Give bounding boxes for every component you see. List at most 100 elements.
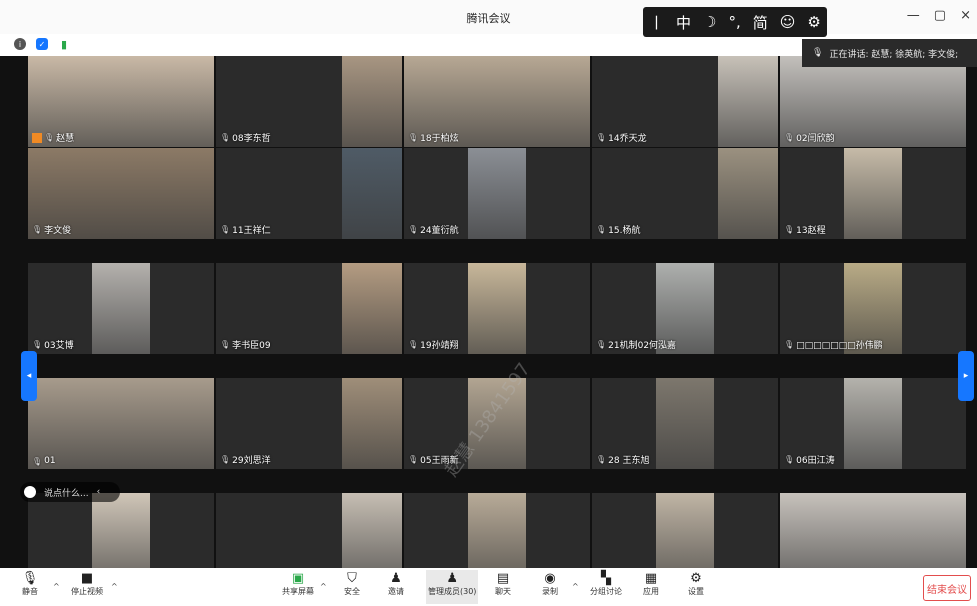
participant-tile[interactable]: 🎙 11王祥仁	[216, 148, 402, 239]
chat-button[interactable]: ▤ 聊天	[495, 570, 511, 597]
record-button[interactable]: ◉ 录制	[542, 570, 558, 597]
participant-name-text: 21机制02何泓嘉	[608, 341, 677, 351]
ime-punctuation[interactable]: °,	[728, 13, 740, 31]
participant-tile[interactable]: 🎙 29刘思洋	[216, 378, 402, 469]
participant-tile[interactable]: 🎙 28 王东旭	[592, 378, 778, 469]
participant-tile[interactable]: 🎙 13赵程	[780, 148, 966, 239]
record-icon: ◉	[544, 570, 556, 586]
stop-video-label: 停止视频	[71, 587, 103, 596]
minimize-button[interactable]: —	[907, 8, 920, 23]
participant-tile[interactable]: 🎙 01	[28, 378, 214, 469]
mute-button[interactable]: 🎙 静音	[21, 570, 39, 597]
next-page-button[interactable]: ▸	[958, 351, 974, 401]
chat-icon	[24, 486, 36, 498]
record-options-caret[interactable]: ^	[572, 582, 579, 591]
participant-video	[468, 493, 526, 568]
participant-tile[interactable]: 🎙 08李东哲	[216, 56, 402, 147]
end-meeting-button[interactable]: 结束会议	[923, 575, 971, 601]
participant-tile[interactable]: 🎙 02闫欣韵	[780, 56, 966, 147]
video-options-caret[interactable]: ^	[111, 582, 118, 591]
chat-quick-input[interactable]: 说点什么... ‹	[20, 482, 120, 502]
mic-icon: 🎙	[408, 133, 419, 142]
ime-settings-icon[interactable]: ⚙	[807, 13, 820, 31]
participant-video	[92, 493, 150, 568]
breakout-icon: ▚	[601, 570, 611, 586]
ime-toolbar[interactable]: 丨 中 ☽ °, 简 ☺ ⚙	[643, 7, 827, 37]
camera-icon: ■	[80, 570, 94, 586]
participant-tile[interactable]: 🎙 24董衍航	[404, 148, 590, 239]
mic-icon: 🎙	[408, 455, 419, 464]
security-button[interactable]: ⛉ 安全	[344, 570, 360, 597]
signal-icon[interactable]: ▮	[58, 38, 70, 51]
chat-icon: ▤	[496, 570, 510, 586]
stop-video-button[interactable]: ■ 停止视频	[71, 570, 103, 597]
participant-tile[interactable]: 🎙 15.杨航	[592, 148, 778, 239]
participant-tile[interactable]: 🎙 03艾博	[28, 263, 214, 354]
manage-members-button[interactable]: ♟ 管理成员(30)	[426, 570, 479, 604]
participant-tile[interactable]: 🎙 06田江涛	[780, 378, 966, 469]
share-screen-button[interactable]: ▣ 共享屏幕	[282, 570, 314, 597]
mic-icon: 🎙	[220, 455, 231, 464]
mic-icon: 🎙	[220, 133, 231, 142]
mic-icon: 🎙	[596, 340, 607, 349]
members-label: 管理成员(30)	[428, 587, 477, 596]
participant-name-text: 28 王东旭	[608, 456, 650, 466]
participant-tile[interactable]	[216, 493, 402, 568]
participant-tile[interactable]: 🎙 □□□□□□□孙伟鹏	[780, 263, 966, 354]
mic-icon: 🎙	[32, 340, 43, 349]
ime-moon-icon[interactable]: ☽	[703, 13, 716, 31]
audio-options-caret[interactable]: ^	[53, 582, 60, 591]
participant-name-text: 14乔天龙	[608, 134, 647, 144]
mic-icon: 🎙	[596, 455, 607, 464]
restore-button[interactable]: ▢	[934, 8, 946, 23]
participant-name: 🎙 李文俊	[32, 223, 71, 236]
mic-icon: 🎙	[784, 340, 795, 349]
prev-page-button[interactable]: ◂	[21, 351, 37, 401]
participant-tile[interactable]: 🎙 李文俊	[28, 148, 214, 239]
mic-icon: 🎙	[21, 570, 39, 586]
participant-tile[interactable]: 🎙 14乔天龙	[592, 56, 778, 147]
breakout-button[interactable]: ▚ 分组讨论	[590, 570, 622, 597]
participant-name: 🎙 □□□□□□□孙伟鹏	[784, 338, 883, 351]
window-controls: — ▢ ×	[907, 8, 971, 23]
ime-chinese-mode[interactable]: 中	[676, 12, 691, 33]
participant-name: 🎙 24董衍航	[408, 223, 459, 236]
participant-tile[interactable]: 🎙 21机制02何泓嘉	[592, 263, 778, 354]
participant-tile[interactable]	[28, 493, 214, 568]
participant-video	[342, 263, 402, 354]
participant-name-text: 15.杨航	[608, 226, 641, 236]
apps-button[interactable]: ▦ 应用	[643, 570, 659, 597]
participant-video	[844, 378, 902, 469]
participant-name-text: 29刘思洋	[232, 456, 271, 466]
participant-name: 🎙 28 王东旭	[596, 453, 649, 466]
ime-simplified[interactable]: 简	[753, 12, 768, 33]
participant-tile[interactable]	[780, 493, 966, 568]
settings-button[interactable]: ⚙ 设置	[688, 570, 704, 597]
mic-icon: 🎙	[220, 340, 231, 349]
participant-tile[interactable]: 🎙 李书臣09	[216, 263, 402, 354]
participant-video	[468, 263, 526, 354]
participant-tile[interactable]: 🎙 赵慧	[28, 56, 214, 147]
participant-tile[interactable]	[592, 493, 778, 568]
invite-button[interactable]: ♟ 邀请	[388, 570, 404, 597]
participant-tile[interactable]: 🎙 19孙靖翔	[404, 263, 590, 354]
chat-placeholder: 说点什么...	[44, 488, 89, 499]
participant-name-text: 24董衍航	[420, 226, 459, 236]
info-icon[interactable]: i	[14, 38, 26, 50]
participant-name: 🎙 02闫欣韵	[784, 131, 835, 144]
participant-name-text: 02闫欣韵	[796, 134, 835, 144]
participant-name: 🎙 李书臣09	[220, 338, 271, 351]
participant-tile[interactable]: 🎙 18于柏炫	[404, 56, 590, 147]
ime-emoji-icon[interactable]: ☺	[780, 13, 796, 31]
participant-video	[92, 263, 150, 354]
bottom-toolbar: 🎙 静音 ^ ■ 停止视频 ^ ▣ 共享屏幕 ^ ⛉ 安全 ♟ 邀请 ♟ 管理成…	[0, 568, 977, 606]
participant-name-text: 06田江涛	[796, 456, 835, 466]
mic-icon: 🎙	[596, 225, 607, 234]
participant-name-text: 13赵程	[796, 226, 826, 236]
close-button[interactable]: ×	[960, 8, 971, 23]
participant-tile[interactable]	[404, 493, 590, 568]
chevron-left-icon[interactable]: ‹	[97, 487, 101, 497]
participant-tile[interactable]: 🎙 05王雨新	[404, 378, 590, 469]
shield-icon[interactable]: ✓	[36, 38, 48, 50]
share-options-caret[interactable]: ^	[320, 582, 327, 591]
